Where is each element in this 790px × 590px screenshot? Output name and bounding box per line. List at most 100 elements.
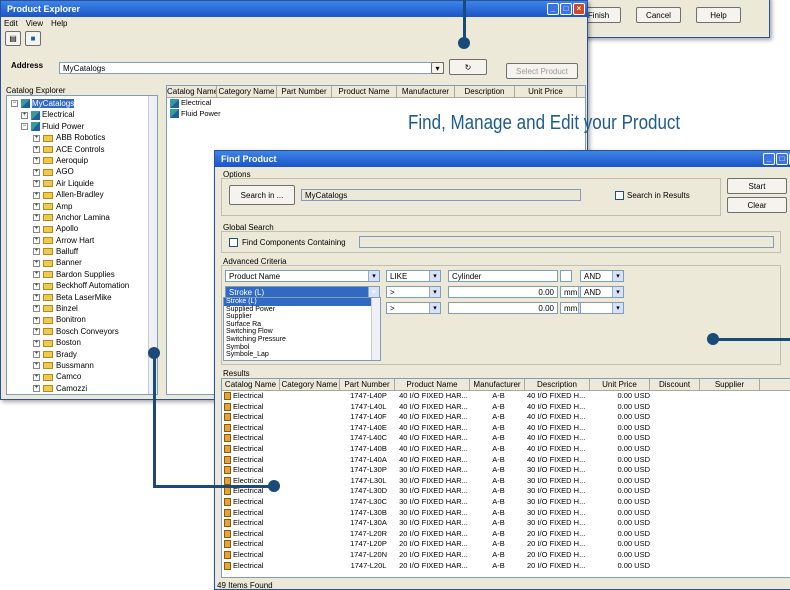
tree-item-manufacturer[interactable]: + Allen-Bradley: [11, 189, 157, 200]
maximize-icon[interactable]: □: [560, 3, 572, 15]
expand-icon[interactable]: +: [33, 305, 40, 313]
expand-icon[interactable]: +: [33, 271, 40, 279]
tree-item-manufacturer[interactable]: + Arrow Hart: [11, 235, 157, 246]
dropdown-option[interactable]: Switching Pressure: [224, 336, 380, 344]
expand-icon[interactable]: +: [33, 225, 40, 233]
table-row[interactable]: Electrical 1747-L20P 20 I/O FIXED HAR... A-…: [222, 539, 790, 550]
minimize-icon[interactable]: _: [763, 153, 775, 165]
tree-item-manufacturer[interactable]: + Air Liquide: [11, 178, 157, 189]
dropdown-option[interactable]: Supplied Power: [224, 306, 380, 314]
criteria-operator-select[interactable]: LIKE ▾: [386, 270, 441, 282]
tree-item-manufacturer[interactable]: + Anchor Lamina: [11, 212, 157, 223]
tree-item-manufacturer[interactable]: + Boston: [11, 337, 157, 348]
tree-item-manufacturer[interactable]: + Brady: [11, 349, 157, 360]
menu-help[interactable]: Help: [51, 17, 67, 30]
dropdown-icon[interactable]: ▾: [368, 271, 379, 281]
column-header[interactable]: Product Name: [332, 86, 397, 97]
menu-view[interactable]: View: [26, 17, 43, 30]
column-header[interactable]: Part Number: [340, 379, 395, 390]
column-header[interactable]: Product Name: [395, 379, 470, 390]
tree-item-catalog[interactable]: − Fluid Power: [11, 121, 157, 132]
tree-item-manufacturer[interactable]: +Carr Lane: [11, 394, 157, 395]
clear-button[interactable]: Clear: [727, 197, 787, 213]
minimize-icon[interactable]: _: [547, 3, 559, 15]
tree-item-manufacturer[interactable]: + Bosch Conveyors: [11, 326, 157, 337]
table-row[interactable]: Electrical: [167, 98, 585, 109]
expand-icon[interactable]: +: [33, 248, 40, 256]
table-row[interactable]: Electrical 1747-L30A 30 I/O FIXED HAR... A-…: [222, 518, 790, 529]
dropdown-icon[interactable]: ▾: [368, 287, 379, 297]
expand-icon[interactable]: +: [33, 180, 40, 188]
search-in-results-checkbox[interactable]: [615, 191, 624, 200]
tree-item-catalog[interactable]: + Electrical: [11, 109, 157, 120]
column-header[interactable]: Description: [455, 86, 515, 97]
catalog-tree[interactable]: − MyCatalogs + Electrical − Fluid Power + ABB R…: [6, 95, 158, 395]
criteria-value-field[interactable]: 0.00: [448, 286, 558, 298]
cancel-button[interactable]: Cancel: [636, 7, 681, 23]
tree-item-manufacturer[interactable]: + Bonitron: [11, 314, 157, 325]
expand-icon[interactable]: +: [33, 168, 40, 176]
table-row[interactable]: Electrical 1747-L30C 30 I/O FIXED HAR... A-…: [222, 497, 790, 508]
criteria-logic-select[interactable]: AND ▾: [580, 286, 624, 298]
table-row[interactable]: Electrical 1747-L40P 40 I/O FIXED HAR... A-…: [222, 391, 790, 402]
table-row[interactable]: Electrical 1747-L40E 40 I/O FIXED HAR... A-…: [222, 423, 790, 434]
criteria-value-field[interactable]: Cylinder: [448, 270, 558, 282]
dropdown-icon[interactable]: ▾: [429, 303, 440, 313]
select-product-button[interactable]: Select Product: [506, 63, 578, 79]
table-row[interactable]: Electrical 1747-L20L 20 I/O FIXED HAR... A-…: [222, 561, 790, 572]
dropdown-option[interactable]: Symbole_Lap: [224, 351, 380, 359]
save-icon[interactable]: ■: [25, 31, 41, 46]
expand-icon[interactable]: +: [33, 259, 40, 267]
criteria-value-ext[interactable]: [560, 270, 572, 282]
expand-icon[interactable]: +: [33, 328, 40, 336]
expand-icon[interactable]: +: [33, 157, 40, 165]
table-row[interactable]: Electrical 1747-L40A 40 I/O FIXED HAR... A-…: [222, 455, 790, 466]
table-row[interactable]: Electrical 1747-L40L 40 I/O FIXED HAR... A-…: [222, 402, 790, 413]
close-icon[interactable]: ×: [573, 3, 585, 15]
table-row[interactable]: Electrical 1747-L40C 40 I/O FIXED HAR... A-…: [222, 433, 790, 444]
dropdown-option[interactable]: Surface Ra: [224, 321, 380, 329]
criteria-logic-select[interactable]: ▾: [580, 302, 624, 314]
expand-icon[interactable]: +: [33, 202, 40, 210]
column-header[interactable]: Unit Price: [515, 86, 577, 97]
column-header[interactable]: Category Name: [217, 86, 277, 97]
dropdown-icon[interactable]: ▾: [429, 287, 440, 297]
tree-item-manufacturer[interactable]: + Camco: [11, 371, 157, 382]
tree-item-manufacturer[interactable]: + AGO: [11, 166, 157, 177]
column-header[interactable]: Category Name: [280, 379, 340, 390]
column-header[interactable]: Description: [525, 379, 590, 390]
tree-item-manufacturer[interactable]: + Bussmann: [11, 360, 157, 371]
expand-icon[interactable]: +: [33, 145, 40, 153]
table-row[interactable]: Electrical 1747-L30L 30 I/O FIXED HAR... A-…: [222, 476, 790, 487]
expand-icon[interactable]: +: [33, 373, 40, 381]
tree-item-manufacturer[interactable]: + Beta LaserMike: [11, 292, 157, 303]
tree-item-manufacturer[interactable]: + Banner: [11, 257, 157, 268]
search-in-button[interactable]: Search in ...: [229, 185, 295, 205]
expand-icon[interactable]: +: [33, 294, 40, 302]
expand-icon[interactable]: +: [33, 214, 40, 222]
table-row[interactable]: Electrical 1747-L20R 20 I/O FIXED HAR... A-…: [222, 529, 790, 540]
tree-item-manufacturer[interactable]: + Camozzi: [11, 383, 157, 394]
dropdown-scrollbar[interactable]: [371, 298, 380, 360]
criteria-logic-select[interactable]: AND ▾: [580, 270, 624, 282]
criteria-operator-select[interactable]: > ▾: [386, 302, 441, 314]
dropdown-option[interactable]: Switching Flow: [224, 328, 380, 336]
tree-item-manufacturer[interactable]: + Bardon Supplies: [11, 269, 157, 280]
tree-item-manufacturer[interactable]: + Binzel: [11, 303, 157, 314]
tree-item-manufacturer[interactable]: + Balluff: [11, 246, 157, 257]
criteria-field-select[interactable]: Product Name ▾: [225, 270, 380, 282]
table-row[interactable]: Electrical 1747-L40B 40 I/O FIXED HAR... A-…: [222, 444, 790, 455]
table-row[interactable]: Electrical 1747-L30P 30 I/O FIXED HAR... A-…: [222, 465, 790, 476]
expand-icon[interactable]: +: [33, 282, 40, 290]
table-row[interactable]: Electrical 1747-L40F 40 I/O FIXED HAR... A-…: [222, 412, 790, 423]
dropdown-icon[interactable]: ▾: [429, 271, 440, 281]
find-components-checkbox[interactable]: [229, 238, 238, 247]
address-field[interactable]: MyCatalogs: [59, 62, 444, 74]
table-row[interactable]: Electrical 1747-L20N 20 I/O FIXED HAR... A-…: [222, 550, 790, 561]
column-header[interactable]: Supplier: [700, 379, 760, 390]
tree-item-manufacturer[interactable]: + ABB Robotics: [11, 132, 157, 143]
expand-icon[interactable]: +: [33, 362, 40, 370]
table-row[interactable]: Electrical 1747-L30B 30 I/O FIXED HAR... A-…: [222, 508, 790, 519]
expand-icon[interactable]: +: [21, 111, 28, 119]
start-button[interactable]: Start: [727, 178, 787, 194]
